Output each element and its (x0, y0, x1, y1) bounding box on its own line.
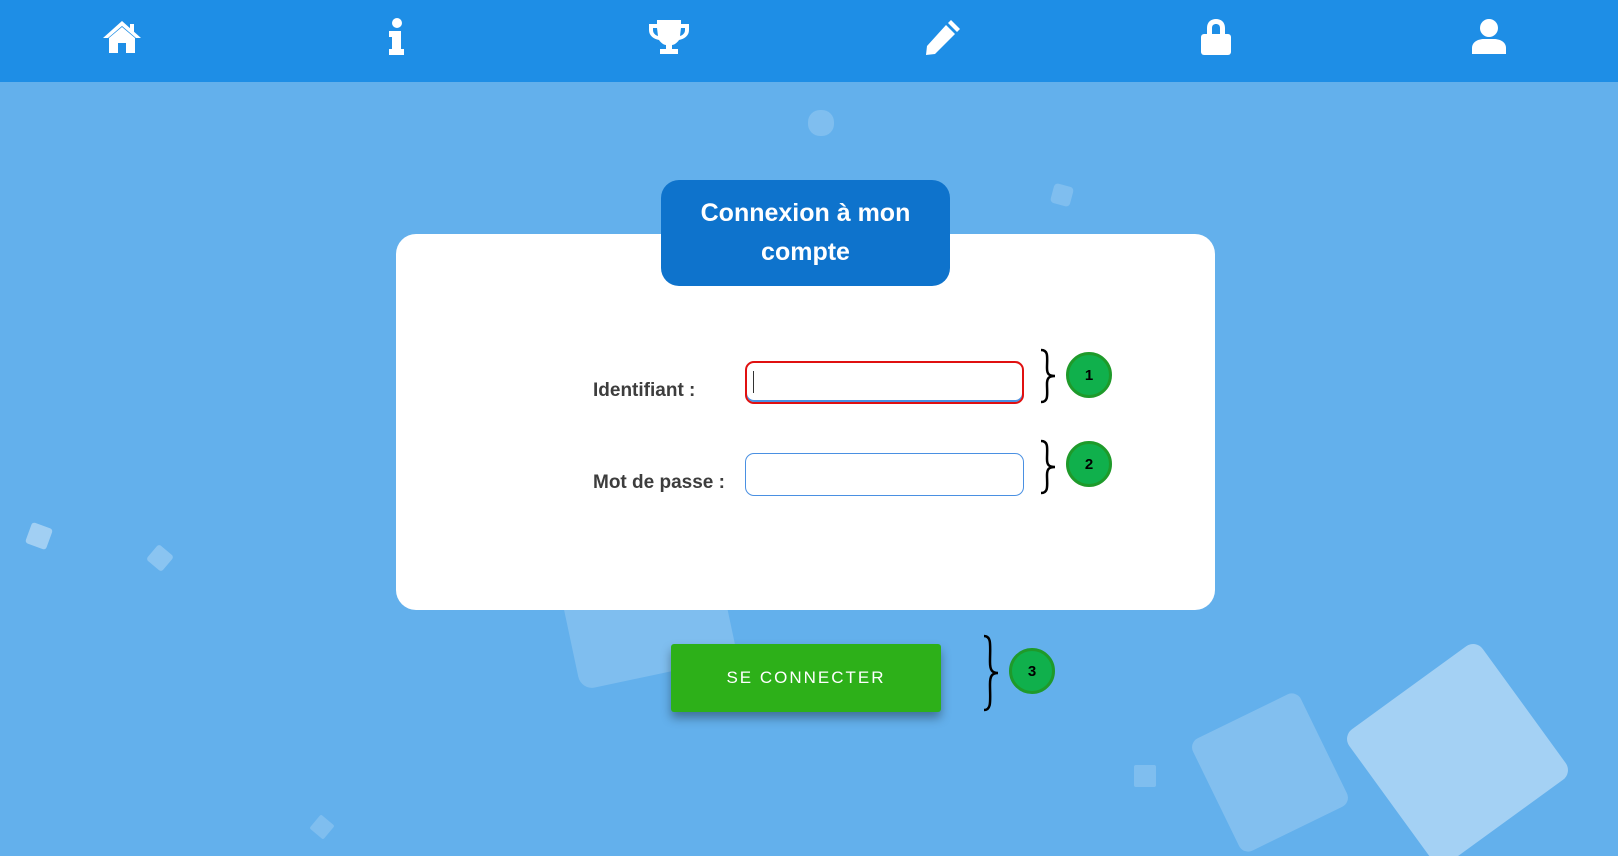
password-input[interactable] (745, 453, 1024, 496)
background-square (309, 814, 335, 840)
login-title: Connexion à mon compte (661, 180, 950, 286)
background-square (1188, 690, 1352, 855)
username-label: Identifiant : (593, 380, 696, 401)
user-icon (1472, 19, 1506, 54)
background-square (1134, 765, 1156, 787)
password-label: Mot de passe : (593, 472, 725, 493)
nav-info[interactable] (371, 14, 421, 60)
nav-account[interactable] (1464, 14, 1514, 60)
nav-edit[interactable] (918, 14, 968, 60)
annotation-badge-1: 1 (1066, 352, 1112, 398)
pencil-icon (926, 20, 960, 55)
annotation-brace-1 (1040, 348, 1056, 404)
nav-home[interactable] (97, 14, 147, 60)
annotation-brace-3 (983, 634, 999, 712)
top-navbar (0, 0, 1618, 82)
annotation-badge-3: 3 (1009, 648, 1055, 694)
background-square (145, 543, 175, 573)
trophy-icon (649, 20, 689, 54)
background-square (808, 110, 834, 136)
username-input[interactable] (745, 361, 1024, 404)
lock-icon (1201, 19, 1231, 55)
home-icon (103, 21, 141, 53)
background-square (1342, 639, 1573, 856)
nav-trophy[interactable] (644, 14, 694, 60)
background-square (1049, 182, 1075, 208)
annotation-badge-2: 2 (1066, 441, 1112, 487)
login-card (396, 234, 1215, 610)
annotation-brace-2 (1040, 439, 1056, 495)
background-square (24, 521, 54, 551)
text-caret (753, 371, 754, 393)
login-submit-button[interactable]: SE CONNECTER (671, 644, 941, 712)
nav-lock[interactable] (1191, 14, 1241, 60)
info-icon (389, 18, 404, 55)
